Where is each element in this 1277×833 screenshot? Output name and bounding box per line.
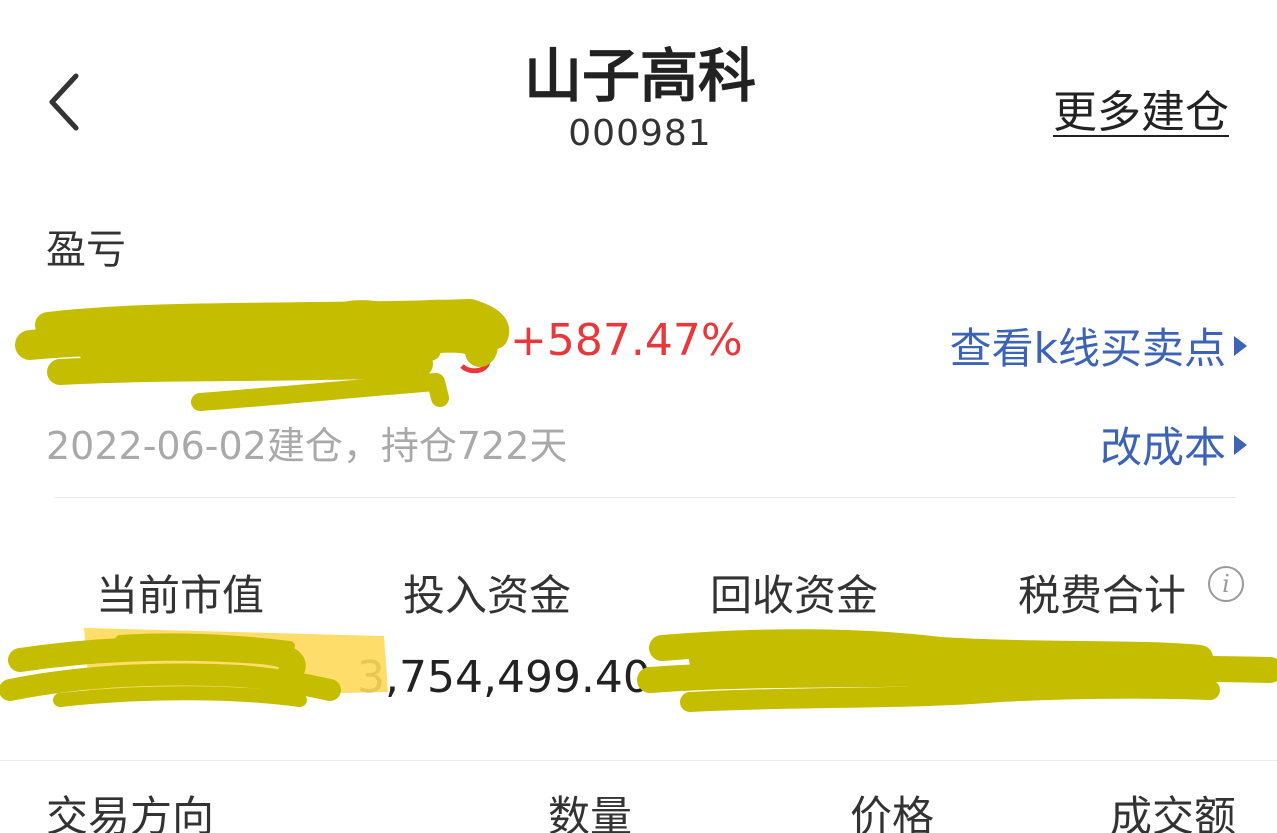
- profit-loss-label: 盈亏: [46, 227, 126, 273]
- table-header-price: 价格: [850, 792, 935, 833]
- table-header-direction: 交易方向: [46, 792, 215, 833]
- invested-funds-label: 投入资金: [403, 571, 572, 620]
- section-divider: [0, 760, 1277, 761]
- caret-right-icon: [1234, 335, 1247, 356]
- profit-loss-percent: +587.47%: [510, 315, 743, 366]
- info-icon[interactable]: i: [1208, 566, 1244, 602]
- chevron-left-icon: [49, 73, 79, 131]
- more-positions-button[interactable]: 更多建仓: [1053, 76, 1229, 140]
- stock-code: 000981: [568, 113, 712, 154]
- position-detail-page: 山子高科 000981 更多建仓 盈亏 +587.47% 查看k线买卖点 202…: [0, 0, 1277, 833]
- edit-cost-link[interactable]: 改成本: [1100, 414, 1247, 475]
- total-fees-label: 税费合计: [1018, 571, 1187, 620]
- position-open-info: 2022-06-02建仓，持仓722天: [46, 424, 568, 468]
- table-header-quantity: 数量: [548, 792, 633, 833]
- section-divider: [54, 497, 1236, 498]
- caret-right-icon: [1234, 434, 1247, 455]
- stock-name-title: 山子高科: [523, 42, 756, 110]
- table-header-amount: 成交额: [1110, 792, 1237, 833]
- view-kline-trade-points-link[interactable]: 查看k线买卖点: [950, 315, 1247, 376]
- kline-link-label: 查看k线买卖点: [949, 324, 1226, 373]
- market-value-label: 当前市值: [96, 571, 265, 620]
- back-button[interactable]: [34, 66, 94, 138]
- edit-cost-label: 改成本: [1099, 423, 1226, 472]
- recovered-funds-label: 回收资金: [710, 571, 879, 620]
- invested-funds-value: 3,754,499.40: [357, 652, 651, 703]
